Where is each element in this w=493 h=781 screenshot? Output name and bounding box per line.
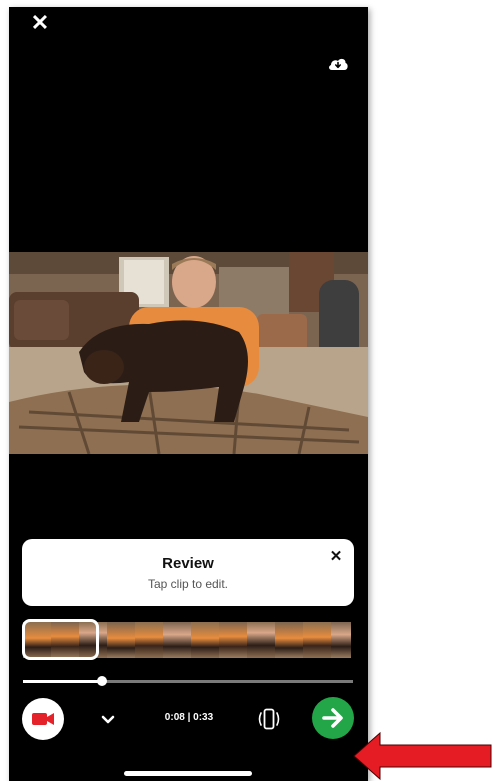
filmstrip-frame xyxy=(331,622,351,658)
home-indicator[interactable] xyxy=(124,771,252,776)
phone-screen: ✕ Review Tap clip to edit. ✕ 0:08 | 0:33 xyxy=(9,7,368,781)
video-preview[interactable] xyxy=(9,252,368,454)
filmstrip-frame xyxy=(191,622,219,658)
close-icon: ✕ xyxy=(329,548,343,565)
review-close-button[interactable]: ✕ xyxy=(328,549,344,565)
filmstrip-frame xyxy=(163,622,191,658)
review-card: Review Tap clip to edit. ✕ xyxy=(22,539,354,606)
review-subtitle: Tap clip to edit. xyxy=(147,577,229,591)
filmstrip-frame xyxy=(275,622,303,658)
video-frame xyxy=(9,252,368,454)
filmstrip-frame xyxy=(135,622,163,658)
playback-scrubber[interactable] xyxy=(23,676,353,686)
expand-options-button[interactable] xyxy=(97,709,119,729)
cloud-save-button[interactable] xyxy=(327,55,349,73)
close-icon: ✕ xyxy=(30,10,50,35)
rotate-button[interactable] xyxy=(256,706,282,732)
cloud-download-icon xyxy=(329,58,348,70)
scrubber-handle[interactable] xyxy=(97,676,108,686)
scrubber-progress xyxy=(23,680,103,683)
record-button[interactable] xyxy=(22,698,64,740)
review-title: Review xyxy=(162,555,214,572)
filmstrip-frame xyxy=(303,622,331,658)
rotate-device-icon xyxy=(258,708,280,730)
close-button[interactable]: ✕ xyxy=(29,12,51,34)
chevron-down-icon xyxy=(101,715,115,724)
filmstrip-frame xyxy=(219,622,247,658)
filmstrip-frame xyxy=(107,622,135,658)
filmstrip-frame xyxy=(247,622,275,658)
playback-time: 0:08 | 0:33 xyxy=(164,712,214,723)
video-camera-icon xyxy=(32,713,54,725)
arrow-right-icon xyxy=(322,708,343,728)
annotation-arrow xyxy=(353,731,492,781)
next-button[interactable] xyxy=(312,697,354,739)
selected-clip-frame[interactable] xyxy=(22,619,99,660)
